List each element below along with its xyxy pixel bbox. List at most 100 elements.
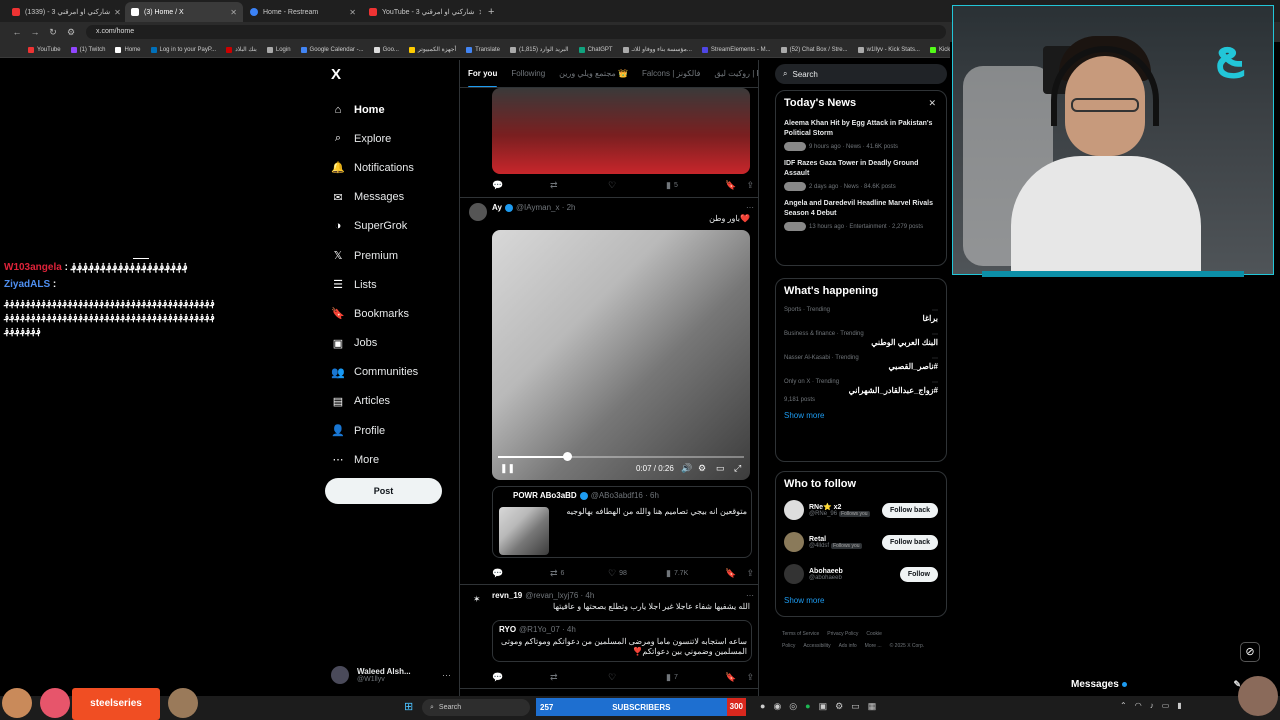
tab-following[interactable]: Following [511,60,545,87]
sidebar-item-lists[interactable]: ☰ Lists [331,270,451,299]
bookmark-item[interactable]: (1) Twitch [70,46,105,53]
like-button[interactable]: ♡ [608,180,666,191]
settings-icon[interactable]: ⚙ [698,463,706,474]
site-info-icon[interactable]: ⚙ [62,27,80,38]
author-handle[interactable]: @revan_lxyj76 [525,591,578,600]
pause-icon[interactable]: ❚❚ [500,463,515,474]
bookmark-item[interactable]: Translate [466,46,500,53]
follow-button[interactable]: Follow [899,566,938,582]
windows-start-icon[interactable]: ⊞ [404,702,415,713]
post-button[interactable]: Post [325,478,442,504]
close-icon[interactable]: ✕ [345,8,356,17]
sidebar-item-home[interactable]: ⌂ Home [331,95,451,124]
fullscreen-icon[interactable]: ⤢ [734,463,741,474]
taskbar-search[interactable]: ⌕ Search [422,699,530,716]
trend-item[interactable]: Business & finance · Trending ⋯ البنك العر… [784,331,938,347]
more-icon[interactable]: ⋯ [932,355,938,362]
more-icon[interactable]: ⋯ [932,331,938,338]
post-image[interactable] [492,88,750,174]
chevron-up-icon[interactable]: ⌃ [1120,701,1127,710]
follow-suggestion[interactable]: Abohaeeb @abohaeeb Follow [784,558,938,590]
close-icon[interactable]: ✕ [110,8,121,17]
news-item[interactable]: Angela and Daredevil Headline Marvel Riv… [784,199,938,231]
bookmark-item[interactable]: ChatGPT [578,46,613,53]
repost-button[interactable]: ⇄ [550,672,608,683]
chrome-icon[interactable]: ◎ [789,701,797,712]
tab-for-you[interactable]: For you [468,60,498,87]
discord-icon[interactable]: ◉ [773,701,781,712]
sidebar-item-articles[interactable]: ▤ Articles [331,387,451,416]
app-icon[interactable]: ▦ [868,701,877,712]
footer-link[interactable]: © 2025 X Corp. [890,643,925,649]
author-name[interactable]: Ay [492,203,502,212]
app-icon[interactable]: ● [760,701,765,712]
reply-button[interactable]: 💬 [492,568,550,579]
network-icon[interactable]: ◠ [1135,701,1142,710]
sidebar-item-messages[interactable]: ✉ Messages [331,183,451,212]
share-icon[interactable]: ⇪ [746,180,754,191]
bookmark-icon[interactable]: 🔖 [725,672,736,683]
close-icon[interactable]: ✕ [226,8,237,17]
volume-icon[interactable]: 🔊 [681,463,692,474]
more-icon[interactable]: ⋯ [932,307,938,314]
views-button[interactable]: ▮ 5 [666,180,724,191]
like-button[interactable]: ♡ 98 [608,568,666,579]
follow-button[interactable]: Follow back [881,534,938,550]
follow-suggestion[interactable]: RNe⭐ x2 @RNe_96 Follows you Follow back [784,494,938,526]
quoted-post[interactable]: RYO @R1Yo_07 · 4h ساعه استجابه لاتنسون م… [492,620,752,662]
grok-icon[interactable]: ⊘ [1240,642,1260,662]
sidebar-item-premium[interactable]: 𝕏 Premium [331,241,451,270]
trend-item[interactable]: Only on X · Trending ⋯ #زواج_عبدالقادر_الش… [784,379,938,403]
browser-tab-youtube[interactable]: YouTube - شاركني او امرقني 3✕ [363,2,481,22]
show-more-link[interactable]: Show more [784,596,938,605]
footer-link[interactable]: Ads info [839,643,857,649]
post-time[interactable]: 2h [567,203,576,212]
reload-icon[interactable]: ↻ [44,27,62,38]
bookmark-item[interactable]: بنك البلاد [226,46,257,53]
footer-link[interactable]: Privacy Policy [827,631,858,637]
repost-button[interactable]: ⇄ 6 [550,568,608,579]
sidebar-item-jobs[interactable]: ▣ Jobs [331,329,451,358]
bookmark-item[interactable]: Google Calendar -... [300,46,364,53]
follow-button[interactable]: Follow back [881,502,938,518]
app-icon[interactable]: ▭ [851,701,860,712]
bookmark-item[interactable]: YouTube [28,46,61,53]
video-progress[interactable] [498,456,744,458]
repost-button[interactable]: ⇄ [550,180,608,191]
bookmark-item[interactable]: Login [266,46,291,53]
views-button[interactable]: ▮ 7 [666,672,724,683]
bookmark-item[interactable]: w1llyv - Kick Stats... [857,46,920,53]
app-icon[interactable]: ▮ [1177,701,1181,710]
follow-suggestion[interactable]: Retal @4lldsf Follows you Follow back [784,526,938,558]
messages-drawer[interactable]: Messages ✎ [1061,674,1241,694]
views-button[interactable]: ▮ 7.7K [666,568,724,579]
bookmark-item[interactable]: مؤسسة بناء ووفاو للاتـ... [622,46,692,53]
avatar[interactable] [469,203,487,221]
author-handle[interactable]: @IAyman_x [516,203,560,212]
more-icon[interactable]: ⋯ [932,379,938,386]
new-tab-button[interactable]: + [482,2,500,22]
sidebar-item-explore[interactable]: ⌕ Explore [331,124,451,153]
reply-button[interactable]: 💬 [492,180,550,191]
bookmark-icon[interactable]: 🔖 [725,568,736,579]
mic-icon[interactable]: ♪ [1150,701,1154,710]
footer-link[interactable]: More ... [865,643,882,649]
more-icon[interactable]: ⋯ [746,203,754,212]
bookmark-item[interactable]: (52) Chat Box / Stre... [780,46,848,53]
x-logo[interactable]: X [331,66,341,83]
pip-icon[interactable]: ▭ [716,463,725,474]
app-icon[interactable]: ▭ [1162,701,1170,710]
like-button[interactable]: ♡ [608,672,666,683]
forward-icon[interactable]: → [26,27,44,37]
share-icon[interactable]: ⇪ [746,672,754,683]
browser-tab-x-home[interactable]: (3) Home / X ✕ [125,2,243,22]
search-input[interactable]: ⌕ Search [775,64,947,84]
sidebar-item-supergrok[interactable]: ◑ SuperGrok [331,212,451,241]
bookmark-item[interactable]: Log in to your PayP... [150,46,216,53]
bookmark-item[interactable]: البريد الوارد (1,815) [509,46,569,53]
more-icon[interactable]: ⋯ [746,591,754,600]
post-time[interactable]: 4h [585,591,594,600]
trend-item[interactable]: Nasser Al-Kasabi · Trending ⋯ #ناصر_القصبي [784,355,938,371]
sidebar-item-communities[interactable]: 👥 Communities [331,358,451,387]
tab-community-2[interactable]: Falcons | فالكونز [642,60,700,87]
